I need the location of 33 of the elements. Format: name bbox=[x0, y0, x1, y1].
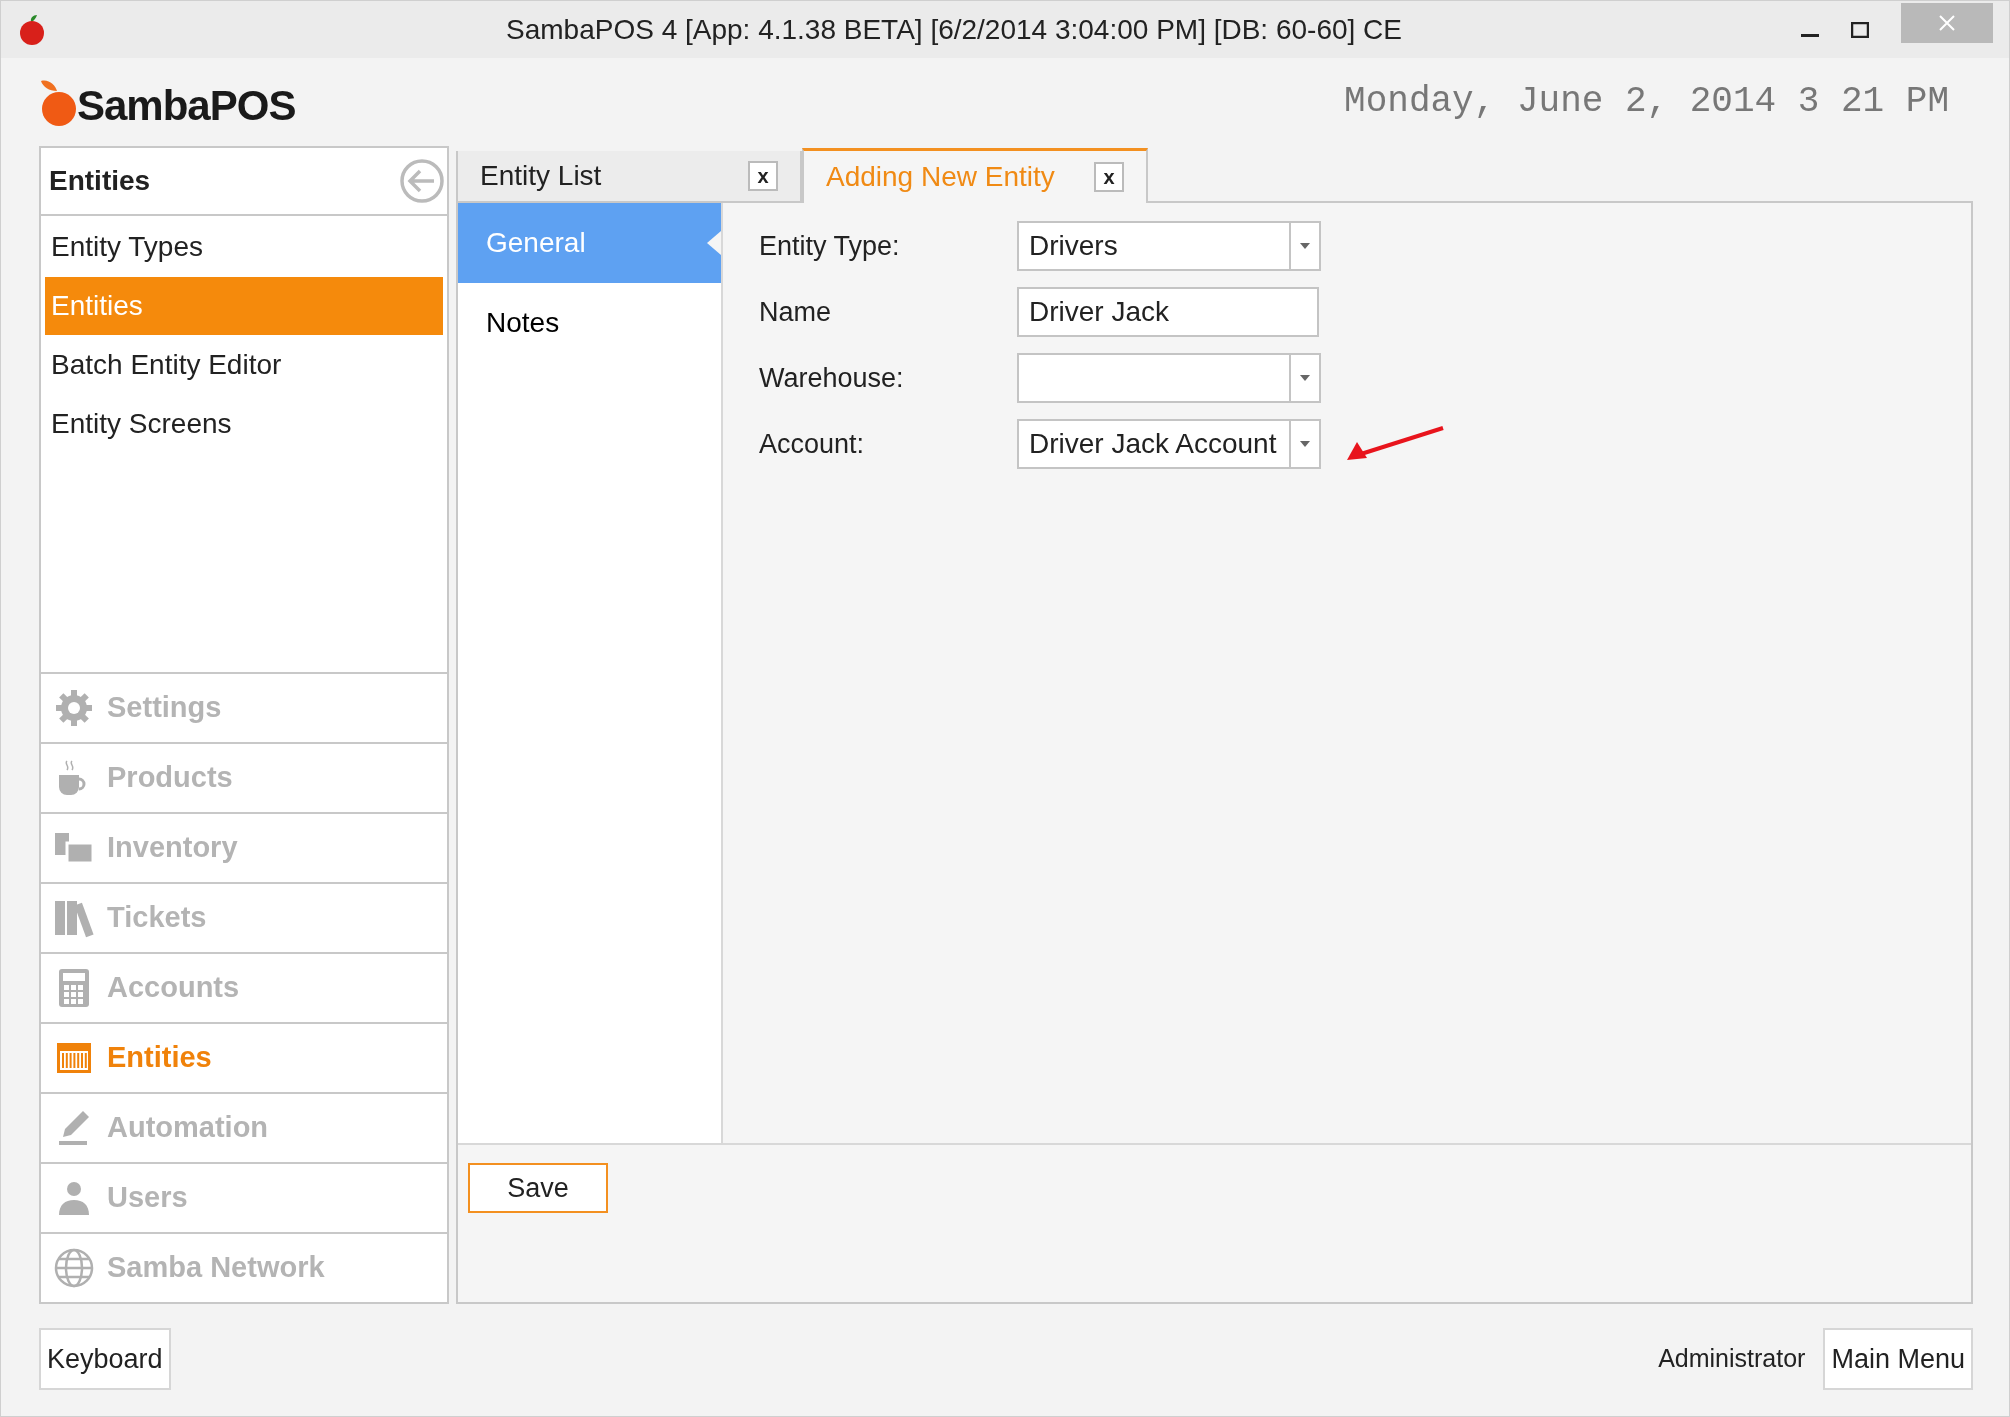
sidebar-item[interactable]: Entity Screens bbox=[45, 395, 443, 453]
sidebar-item[interactable]: Batch Entity Editor bbox=[45, 336, 443, 394]
main-menu-button[interactable]: Main Menu bbox=[1823, 1328, 1973, 1390]
sidebar-header: Entities bbox=[49, 164, 151, 198]
close-tab-button[interactable]: x bbox=[1094, 162, 1124, 192]
caret-icon bbox=[1300, 243, 1310, 249]
field-label: Warehouse: bbox=[759, 361, 905, 395]
close-icon bbox=[1939, 14, 1955, 31]
caret-icon bbox=[1300, 441, 1310, 447]
field-label: Name bbox=[759, 295, 833, 329]
field-label: Account: bbox=[759, 427, 866, 461]
user-name: Administrator bbox=[1658, 1343, 1806, 1375]
dropdown-field[interactable]: Driver Jack Account bbox=[1017, 419, 1321, 469]
samba-logo: SambaPOS bbox=[37, 77, 296, 127]
window-title: SambaPOS 4 [App: 4.1.38 BETA] [6/2/2014 3:04:00 PM] [DB: 60-60] CE bbox=[505, 12, 1403, 47]
date-time: Monday, June 2, 2014 3 21 PM bbox=[1344, 80, 1949, 124]
dropdown-field[interactable] bbox=[1017, 353, 1321, 403]
save-button[interactable]: Save bbox=[468, 1163, 608, 1213]
field-label: Entity Type: bbox=[759, 229, 901, 263]
keyboard-button[interactable]: Keyboard bbox=[39, 1328, 171, 1390]
globe-icon bbox=[53, 1247, 95, 1289]
section-tab[interactable]: Notes bbox=[458, 283, 721, 363]
input-field[interactable]: Driver Jack bbox=[1017, 287, 1319, 337]
gear-icon bbox=[53, 687, 95, 729]
caret-icon bbox=[1300, 375, 1310, 381]
close-tab-button[interactable]: x bbox=[748, 161, 778, 191]
sidebar-item[interactable]: Entity Types bbox=[45, 218, 443, 276]
apple-icon bbox=[17, 13, 47, 46]
document-tab[interactable]: Adding New Entity x bbox=[802, 148, 1148, 203]
close-button[interactable] bbox=[1901, 2, 1993, 43]
document-tab[interactable]: Entity List x bbox=[456, 151, 802, 201]
maximize-icon[interactable] bbox=[1851, 21, 1869, 38]
dropdown-field[interactable]: Drivers bbox=[1017, 221, 1321, 271]
